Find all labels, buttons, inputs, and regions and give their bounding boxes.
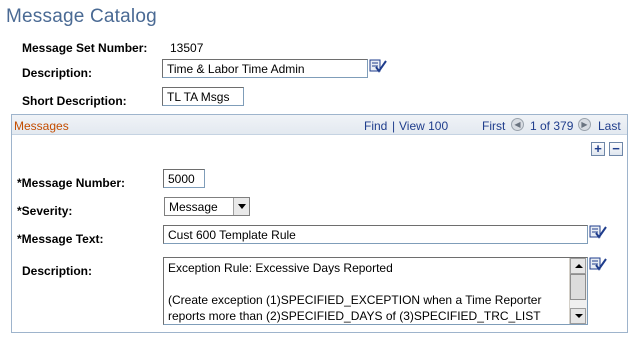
page-info: 1 of 379 [530, 119, 574, 133]
page-title: Message Catalog [6, 6, 157, 27]
first-label: First [482, 119, 506, 133]
message-description-text: Exception Rule: Excessive Days Reported … [168, 261, 542, 323]
scroll-up-arrow-icon[interactable] [570, 258, 586, 274]
next-arrow-icon[interactable]: ▶ [578, 118, 591, 131]
message-text-label: *Message Text: [17, 232, 104, 246]
message-number-label: *Message Number: [17, 176, 126, 190]
severity-select[interactable]: Message [164, 197, 250, 216]
message-set-number-label: Message Set Number: [22, 41, 148, 55]
spell-check-icon[interactable] [589, 256, 607, 272]
find-link[interactable]: Find [364, 119, 387, 133]
previous-arrow-icon: ◀ [511, 118, 524, 131]
messages-panel-header: Messages Find | View 100 First ◀ 1 of 37… [12, 115, 627, 135]
severity-selected-value: Message [169, 200, 218, 214]
nav-separator: | [392, 119, 396, 133]
spell-check-icon[interactable] [369, 58, 387, 74]
message-set-number-value: 13507 [170, 41, 204, 55]
short-description-label: Short Description: [22, 94, 127, 108]
spell-check-icon[interactable] [589, 224, 607, 240]
description-scrollbar[interactable] [569, 258, 587, 324]
scroll-thumb[interactable] [570, 274, 586, 300]
last-link[interactable]: Last [598, 119, 621, 133]
delete-row-button[interactable]: − [609, 142, 623, 156]
chevron-down-icon[interactable] [233, 198, 249, 215]
severity-label: *Severity: [17, 204, 73, 218]
message-text-field[interactable]: Cust 600 Template Rule [163, 225, 588, 244]
message-description-label: Description: [22, 264, 93, 278]
messages-panel-title: Messages [14, 119, 69, 133]
view-100-link[interactable]: View 100 [399, 119, 448, 133]
add-row-button[interactable]: + [591, 142, 605, 156]
message-description-textarea[interactable]: Exception Rule: Excessive Days Reported … [163, 257, 588, 325]
short-description-field[interactable]: TL TA Msgs [162, 87, 244, 106]
message-number-field[interactable]: 5000 [163, 169, 205, 188]
set-description-label: Description: [22, 66, 93, 80]
scroll-down-arrow-icon[interactable] [570, 308, 586, 324]
set-description-field[interactable]: Time & Labor Time Admin [162, 59, 368, 78]
